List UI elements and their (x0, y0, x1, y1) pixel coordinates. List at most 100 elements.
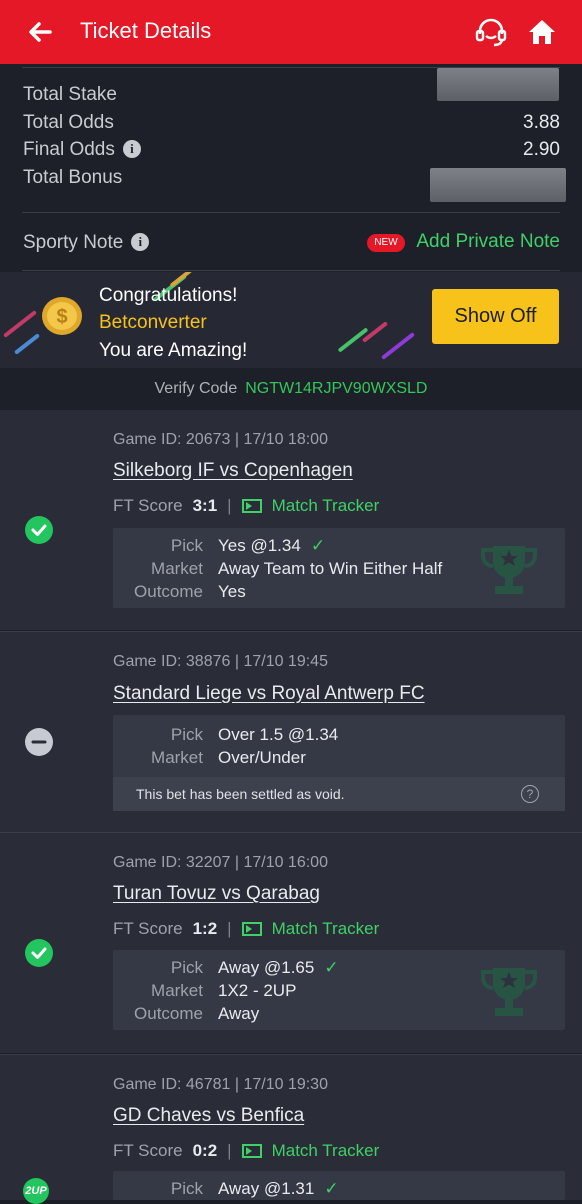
trophy-icon (481, 968, 537, 1016)
selection-details: Pick Away @1.31 ✓ (113, 1171, 565, 1200)
ft-score-row: FT Score 0:2 | Match Tracker (113, 1141, 379, 1161)
tracker-icon (241, 499, 262, 513)
check-icon: ✓ (324, 958, 339, 977)
pick-label: Pick (170, 725, 203, 744)
divider (22, 270, 560, 271)
info-icon[interactable]: i (131, 233, 150, 251)
game-id: Game ID: 38876 | 17/10 19:45 (113, 653, 328, 670)
svg-text:$: $ (56, 306, 67, 328)
outcome-value: Away (218, 1004, 260, 1023)
total-odds-label: Total Odds (23, 112, 114, 133)
pick-label: Pick (170, 958, 203, 977)
verify-code-label: Verify Code (154, 380, 238, 397)
ft-score-label: FT Score (113, 496, 183, 515)
pick-value: Away @1.31 (218, 1179, 315, 1198)
final-odds-value: 2.90 (523, 139, 560, 160)
arrow-left-icon[interactable] (24, 16, 56, 48)
market-value: Away Team to Win Either Half (218, 559, 443, 578)
confetti-streak (3, 310, 37, 338)
pick-label: Pick (170, 536, 203, 555)
separator: | (227, 919, 232, 938)
won-check-icon (25, 939, 53, 967)
game-id: Game ID: 46781 | 17/10 19:30 (113, 1076, 328, 1093)
tracker-icon (241, 922, 262, 936)
sporty-note-label: Sporty Note (23, 232, 124, 253)
check-icon: ✓ (310, 536, 326, 555)
pick-value-row: Away @1.65 ✓ (218, 958, 339, 978)
market-value: Over/Under (218, 748, 306, 767)
match-tracker-label: Match Tracker (271, 1141, 380, 1160)
market-label: Market (151, 559, 203, 578)
coin-icon: $ (42, 297, 82, 335)
pick-value: Away @1.65 (218, 958, 315, 977)
game-id: Game ID: 32207 | 17/10 16:00 (113, 854, 328, 871)
match-tracker-label: Match Tracker (271, 496, 380, 515)
total-odds-value: 3.88 (523, 112, 560, 133)
trophy-icon (481, 546, 537, 594)
match-title[interactable]: GD Chaves vs Benfica (113, 1105, 304, 1127)
top-bar: Ticket Details (0, 0, 582, 64)
market-label: Market (151, 748, 203, 767)
confetti-streak (13, 333, 41, 355)
new-badge: NEW (367, 234, 405, 252)
ft-score-value: 1:2 (192, 919, 218, 938)
void-note: This bet has been settled as void. ? (113, 777, 565, 811)
match-tracker-link[interactable]: Match Tracker (241, 919, 380, 938)
outcome-label: Outcome (134, 1004, 203, 1023)
show-off-button[interactable]: Show Off (432, 289, 559, 344)
sporty-note-row: Sporty Note i (23, 232, 150, 254)
selection-details: Pick Over 1.5 @1.34 Market Over/Under (113, 715, 565, 777)
ft-score-label: FT Score (113, 919, 183, 938)
total-bonus-value-hidden (430, 168, 566, 202)
two-up-badge: 2UP (23, 1178, 49, 1204)
final-odds-row: Final Odds i (23, 139, 141, 161)
home-icon[interactable] (526, 16, 558, 48)
help-icon[interactable]: ? (521, 785, 539, 803)
final-odds-label: Final Odds (23, 139, 115, 160)
divider (22, 212, 560, 213)
match-title[interactable]: Standard Liege vs Royal Antwerp FC (113, 683, 425, 705)
void-note-text: This bet has been settled as void. (136, 786, 345, 802)
match-tracker-link[interactable]: Match Tracker (241, 496, 380, 515)
add-private-note-link[interactable]: Add Private Note (416, 231, 560, 253)
pick-value-row: Yes @1.34 ✓ (218, 536, 325, 556)
outcome-label: Outcome (134, 582, 203, 601)
total-stake-value-hidden (437, 68, 559, 101)
game-id: Game ID: 20673 | 17/10 18:00 (113, 431, 328, 448)
headset-icon[interactable] (474, 16, 508, 50)
ft-score-row: FT Score 3:1 | Match Tracker (113, 496, 379, 516)
congrats-line-3: You are Amazing! (99, 340, 248, 361)
ft-score-label: FT Score (113, 1141, 183, 1160)
verify-code-row: Verify Code NGTW14RJPV90WXSLD (0, 368, 582, 410)
congrats-line-1: Congratulations! (99, 285, 238, 306)
won-check-icon (25, 516, 53, 544)
pick-label: Pick (170, 1179, 203, 1198)
match-title[interactable]: Silkeborg IF vs Copenhagen (113, 460, 353, 482)
congrats-username: Betconverter (99, 312, 207, 333)
pick-value: Over 1.5 @1.34 (218, 725, 339, 744)
ft-score-row: FT Score 1:2 | Match Tracker (113, 919, 379, 939)
separator: | (227, 1141, 232, 1160)
match-tracker-label: Match Tracker (271, 919, 380, 938)
page-title: Ticket Details (80, 18, 212, 43)
market-label: Market (151, 981, 203, 1000)
tracker-icon (241, 1144, 262, 1158)
confetti-streak (381, 332, 415, 360)
selection-details: Pick Yes @1.34 ✓ Market Away Team to Win … (113, 528, 565, 608)
verify-code-value[interactable]: NGTW14RJPV90WXSLD (245, 380, 427, 397)
pick-value: Yes @1.34 (218, 536, 301, 555)
check-icon: ✓ (324, 1179, 339, 1198)
void-minus-icon (25, 728, 53, 756)
match-title[interactable]: Turan Tovuz vs Qarabag (113, 883, 320, 905)
info-icon[interactable]: i (122, 140, 141, 158)
outcome-value: Yes (218, 582, 246, 601)
separator: | (227, 496, 232, 515)
market-value: 1X2 - 2UP (218, 981, 297, 1000)
total-stake-label: Total Stake (23, 84, 117, 105)
selection-details: Pick Away @1.65 ✓ Market 1X2 - 2UP Outcom… (113, 950, 565, 1030)
ft-score-value: 3:1 (192, 496, 218, 515)
pick-value-row: Away @1.31 ✓ (218, 1179, 339, 1199)
match-tracker-link[interactable]: Match Tracker (241, 1141, 380, 1160)
total-bonus-label: Total Bonus (23, 167, 123, 188)
ft-score-value: 0:2 (192, 1141, 218, 1160)
